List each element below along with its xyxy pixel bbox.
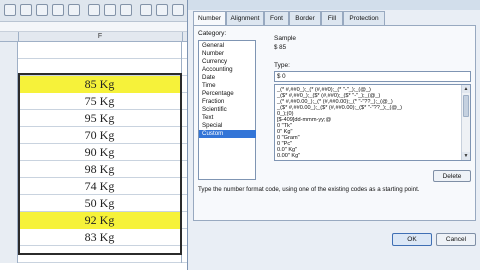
- scroll-thumb[interactable]: [463, 95, 469, 117]
- cell-weight[interactable]: 85 Kg: [18, 76, 182, 93]
- format-code-item[interactable]: 0.00" Kg": [275, 152, 461, 160]
- cell-weight[interactable]: 70 Kg: [18, 127, 182, 144]
- category-item[interactable]: Text: [199, 114, 256, 122]
- row-header[interactable]: [0, 229, 18, 246]
- toolbar-button[interactable]: [120, 4, 132, 16]
- row-header[interactable]: [0, 42, 18, 59]
- ok-button[interactable]: OK: [392, 233, 432, 246]
- toolbar-button[interactable]: [88, 4, 100, 16]
- category-item[interactable]: Accounting: [199, 66, 256, 74]
- sheet-row: 85 Kg: [0, 76, 196, 93]
- sample-label: Sample: [274, 35, 297, 42]
- row-header[interactable]: [0, 195, 18, 212]
- format-description: Type the number format code, using one o…: [198, 186, 420, 193]
- toolbar-button[interactable]: [36, 4, 48, 16]
- row-header[interactable]: [0, 212, 18, 229]
- formula-bar[interactable]: [0, 22, 196, 32]
- category-item[interactable]: Currency: [199, 58, 256, 66]
- category-item[interactable]: Scientific: [199, 106, 256, 114]
- cell-weight[interactable]: 95 Kg: [18, 110, 182, 127]
- column-header: F: [0, 32, 196, 42]
- format-list-scrollbar[interactable]: ▲ ▼: [461, 85, 470, 160]
- scroll-up-arrow-icon[interactable]: ▲: [462, 85, 470, 93]
- cell-weight[interactable]: 98 Kg: [18, 161, 182, 178]
- category-item[interactable]: General: [199, 42, 256, 50]
- category-item[interactable]: Time: [199, 82, 256, 90]
- row-header[interactable]: [0, 93, 18, 110]
- type-label: Type:: [274, 62, 290, 69]
- toolbar-button[interactable]: [20, 4, 32, 16]
- tab-number[interactable]: Number: [193, 11, 226, 26]
- sheet-row: [0, 246, 196, 263]
- category-item[interactable]: Special: [199, 122, 256, 130]
- row-header[interactable]: [0, 110, 18, 127]
- dialog-title-bar[interactable]: [188, 0, 480, 10]
- cell-weight[interactable]: 83 Kg: [18, 229, 182, 246]
- row-header[interactable]: [0, 59, 18, 76]
- scroll-down-arrow-icon[interactable]: ▼: [462, 152, 470, 160]
- category-item[interactable]: Date: [199, 74, 256, 82]
- category-item[interactable]: Percentage: [199, 90, 256, 98]
- category-item[interactable]: Number: [199, 50, 256, 58]
- format-cells-dialog: Number Alignment Font Border Fill Protec…: [187, 0, 480, 270]
- sheet-row: 70 Kg: [0, 127, 196, 144]
- header-divider: [182, 32, 183, 42]
- tab-protection[interactable]: Protection: [343, 11, 385, 25]
- cancel-button[interactable]: Cancel: [436, 233, 476, 246]
- tab-border[interactable]: Border: [289, 11, 321, 25]
- toolbar-button[interactable]: [156, 4, 168, 16]
- sheet-row: [0, 59, 196, 76]
- sheet-row: 95 Kg: [0, 110, 196, 127]
- sheet-row: 90 Kg: [0, 144, 196, 161]
- sheet-row: 75 Kg: [0, 93, 196, 110]
- category-label: Category:: [198, 30, 227, 37]
- category-item-selected[interactable]: Custom: [199, 130, 256, 138]
- sheet-row: 98 Kg: [0, 161, 196, 178]
- cell-weight[interactable]: 74 Kg: [18, 178, 182, 195]
- sheet-row: 50 Kg: [0, 195, 196, 212]
- cell-weight[interactable]: 50 Kg: [18, 195, 182, 212]
- sample-value: $ 85: [274, 44, 287, 51]
- sheet-row: [0, 42, 196, 59]
- row-header[interactable]: [0, 76, 18, 93]
- row-header[interactable]: [0, 127, 18, 144]
- cell-weight[interactable]: 75 Kg: [18, 93, 182, 110]
- column-letter-f[interactable]: F: [18, 32, 182, 42]
- toolbar-button[interactable]: [104, 4, 116, 16]
- tab-alignment[interactable]: Alignment: [226, 11, 264, 25]
- row-header[interactable]: [0, 144, 18, 161]
- category-item[interactable]: Fraction: [199, 98, 256, 106]
- tab-font[interactable]: Font: [264, 11, 289, 25]
- cell-weight[interactable]: 90 Kg: [18, 144, 182, 161]
- row-header[interactable]: [0, 246, 18, 263]
- cell[interactable]: [18, 59, 182, 76]
- row-header[interactable]: [0, 161, 18, 178]
- format-code-list[interactable]: _(* #,##0_);_(* (#,##0);_(* "-"_);_(@_) …: [274, 84, 471, 161]
- number-tab-panel: Category: General Number Currency Accoun…: [193, 25, 476, 221]
- worksheet-grid: 85 Kg 75 Kg 95 Kg 70 Kg 90 Kg 98 Kg 74 K…: [0, 42, 196, 270]
- tab-fill[interactable]: Fill: [321, 11, 343, 25]
- toolbar-button[interactable]: [140, 4, 152, 16]
- toolbar-button[interactable]: [172, 4, 184, 16]
- cell[interactable]: [18, 246, 182, 263]
- toolbar-button[interactable]: [68, 4, 80, 16]
- sheet-row: 83 Kg: [0, 229, 196, 246]
- cell-weight[interactable]: 92 Kg: [18, 212, 182, 229]
- delete-button[interactable]: Delete: [433, 170, 471, 182]
- toolbar-button[interactable]: [52, 4, 64, 16]
- category-list[interactable]: General Number Currency Accounting Date …: [198, 40, 256, 180]
- row-header[interactable]: [0, 178, 18, 195]
- ribbon-toolbar: [0, 0, 196, 22]
- sheet-row: 74 Kg: [0, 178, 196, 195]
- type-input[interactable]: $ 0: [274, 71, 471, 82]
- sheet-row: 92 Kg: [0, 212, 196, 229]
- cell[interactable]: [18, 42, 182, 59]
- toolbar-button[interactable]: [4, 4, 16, 16]
